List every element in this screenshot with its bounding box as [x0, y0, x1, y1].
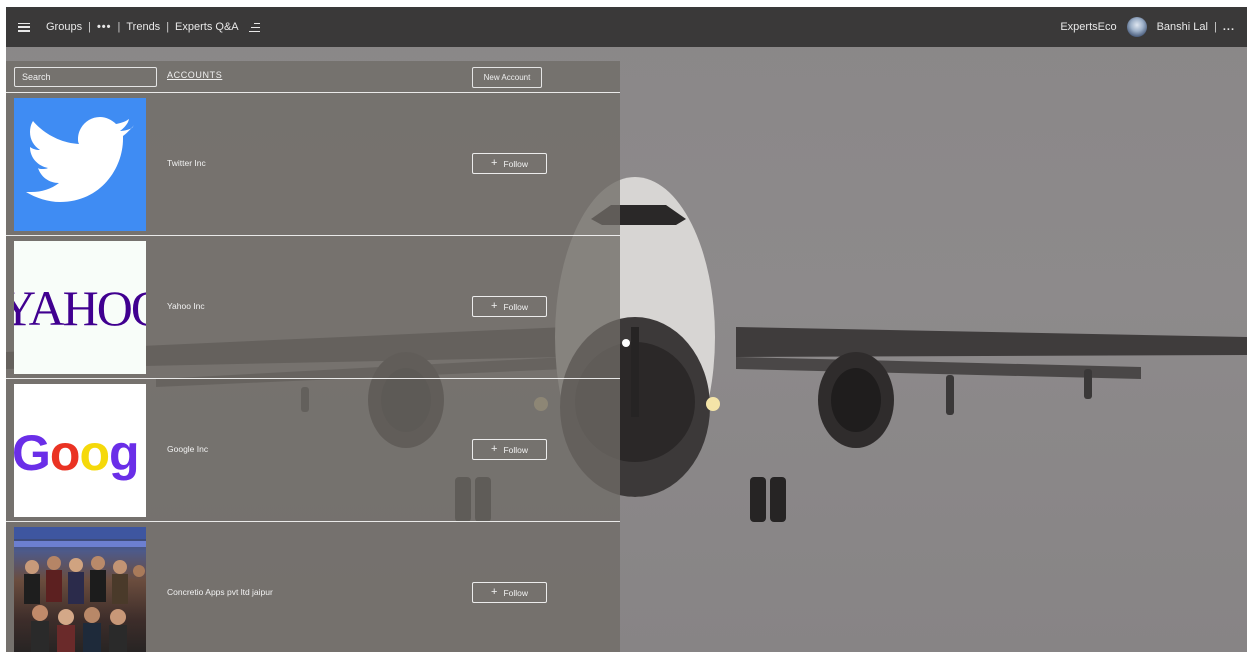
- account-row: YAHOO Yahoo Inc + Follow: [6, 236, 620, 379]
- follow-button[interactable]: + Follow: [472, 296, 547, 317]
- twitter-bird-icon: [26, 117, 134, 202]
- plus-icon: +: [491, 300, 498, 312]
- nav-more-icon[interactable]: •••: [97, 21, 112, 33]
- follow-label: Follow: [503, 301, 528, 312]
- plus-icon: +: [491, 157, 498, 169]
- account-name[interactable]: Concretio Apps pvt ltd jaipur: [167, 587, 273, 597]
- nav-left: Groups | ••• | Trends | Experts Q&A: [18, 21, 260, 33]
- follow-label: Follow: [503, 587, 528, 598]
- follow-button[interactable]: + Follow: [472, 439, 547, 460]
- twitter-logo[interactable]: [14, 98, 146, 231]
- filter-list-icon[interactable]: [248, 22, 260, 32]
- brand-link[interactable]: ExpertsEco: [1060, 21, 1116, 33]
- follow-button[interactable]: + Follow: [472, 153, 547, 174]
- google-letter-g2: g: [109, 425, 140, 481]
- nav-separator: |: [1213, 21, 1217, 33]
- nav-experts-qa[interactable]: Experts Q&A: [175, 21, 239, 33]
- group-photo-illustration: [14, 527, 146, 652]
- account-name[interactable]: Google Inc: [167, 444, 208, 454]
- accounts-title[interactable]: ACCOUNTS: [167, 70, 222, 80]
- account-name[interactable]: Yahoo Inc: [167, 301, 205, 311]
- user-name[interactable]: Banshi Lal: [1157, 21, 1208, 33]
- google-logo[interactable]: Goog: [14, 384, 146, 517]
- plus-icon: +: [491, 586, 498, 598]
- search-input[interactable]: [14, 67, 157, 87]
- nav-trends[interactable]: Trends: [126, 21, 160, 33]
- google-logo-text: Goog: [14, 424, 140, 482]
- google-letter-o2: o: [79, 425, 110, 481]
- account-row: Twitter Inc + Follow: [6, 93, 620, 236]
- nav-separator: |: [88, 21, 91, 33]
- group-photo[interactable]: [14, 527, 146, 652]
- follow-label: Follow: [503, 444, 528, 455]
- plus-icon: +: [491, 443, 498, 455]
- nav-separator: |: [166, 21, 170, 33]
- accounts-panel-header: ACCOUNTS New Account: [6, 61, 620, 93]
- accounts-panel: ACCOUNTS New Account Twitter Inc + Follo…: [6, 61, 620, 652]
- google-letter-o1: o: [49, 425, 81, 481]
- account-row: Concretio Apps pvt ltd jaipur + Follow: [6, 522, 620, 652]
- account-row: Goog Google Inc + Follow: [6, 379, 620, 522]
- user-avatar[interactable]: [1126, 17, 1147, 37]
- yahoo-logo-text: YAHOO: [14, 280, 146, 336]
- nav-right: ExpertsEco Banshi Lal | ...: [1060, 17, 1235, 37]
- nav-groups[interactable]: Groups: [46, 21, 82, 33]
- google-letter-g: G: [14, 425, 51, 481]
- follow-label: Follow: [503, 158, 528, 169]
- follow-button[interactable]: + Follow: [472, 582, 547, 603]
- yahoo-logo[interactable]: YAHOO: [14, 241, 146, 374]
- new-account-button[interactable]: New Account: [472, 67, 542, 88]
- account-name[interactable]: Twitter Inc: [167, 158, 206, 168]
- user-more-icon[interactable]: ...: [1223, 21, 1235, 33]
- nav-separator: |: [117, 21, 121, 33]
- top-navbar: Groups | ••• | Trends | Experts Q&A Expe…: [6, 7, 1247, 47]
- hamburger-menu-icon[interactable]: [18, 22, 30, 32]
